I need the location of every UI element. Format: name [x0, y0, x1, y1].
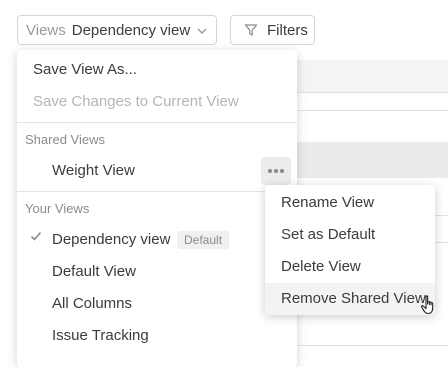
table-row-divider: [290, 92, 448, 93]
views-label: Views: [26, 21, 66, 39]
more-horizontal-icon: [268, 169, 272, 173]
your-view-item-issue-tracking[interactable]: Issue Tracking: [52, 324, 149, 348]
default-badge: Default: [177, 231, 230, 249]
table-row-divider: [290, 345, 448, 346]
chevron-down-icon: [197, 28, 207, 34]
your-views-header: Your Views: [25, 201, 90, 216]
table-header-band: [290, 60, 448, 92]
table-row-highlight: [290, 142, 448, 178]
filters-button[interactable]: Filters: [230, 15, 315, 45]
your-view-item-default[interactable]: Default View: [52, 260, 136, 284]
hand-pointer-icon: [420, 295, 434, 315]
view-options-submenu: Rename View Set as Default Delete View R…: [265, 185, 435, 315]
views-current-value: Dependency view: [71, 21, 191, 39]
views-menu: Save View As... Save Changes to Current …: [17, 50, 297, 367]
more-options-button[interactable]: [261, 157, 291, 185]
your-view-item-all-columns[interactable]: All Columns: [52, 292, 132, 316]
rename-view-item[interactable]: Rename View: [265, 187, 435, 219]
more-horizontal-icon-dot: [280, 169, 284, 173]
views-dropdown[interactable]: Views Dependency view: [17, 15, 217, 45]
filters-label: Filters: [267, 21, 308, 39]
shared-views-header: Shared Views: [25, 132, 105, 147]
your-view-item-dependency[interactable]: Dependency view: [52, 228, 170, 252]
save-changes-item: Save Changes to Current View: [33, 93, 239, 110]
set-as-default-item[interactable]: Set as Default: [265, 219, 435, 251]
menu-divider: [17, 191, 297, 192]
menu-divider: [17, 122, 297, 123]
shared-view-item[interactable]: Weight View: [52, 159, 135, 183]
filter-icon: [244, 24, 258, 36]
check-icon: [30, 231, 42, 241]
delete-view-item[interactable]: Delete View: [265, 251, 435, 283]
more-horizontal-icon-dot: [274, 169, 278, 173]
save-view-as-item[interactable]: Save View As...: [33, 58, 137, 82]
table-row-divider: [290, 110, 448, 111]
remove-shared-view-item[interactable]: Remove Shared View: [265, 283, 435, 315]
